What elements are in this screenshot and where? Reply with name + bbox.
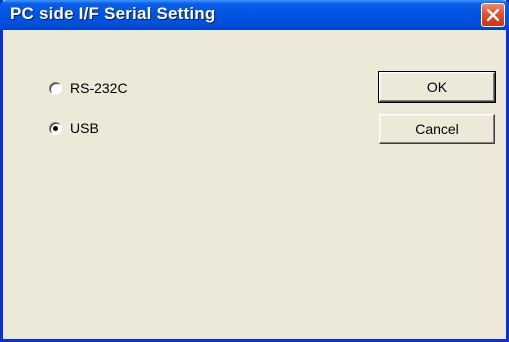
close-icon	[486, 8, 500, 22]
radio-usb-label: USB	[70, 120, 99, 136]
radio-selected-dot	[53, 125, 58, 131]
radio-rs232c-circle[interactable]	[49, 81, 62, 95]
ok-button[interactable]: OK	[378, 71, 496, 103]
close-button[interactable]	[481, 3, 505, 27]
cancel-button[interactable]: Cancel	[379, 114, 495, 144]
radio-usb-circle[interactable]	[49, 121, 62, 135]
title-bar[interactable]: PC side I/F Serial Setting	[0, 0, 509, 30]
radio-rs232c[interactable]: RS-232C	[49, 80, 128, 96]
radio-rs232c-label: RS-232C	[70, 80, 128, 96]
radio-usb[interactable]: USB	[49, 120, 99, 136]
dialog-window: PC side I/F Serial Setting RS-232C USB O…	[0, 0, 509, 342]
window-title: PC side I/F Serial Setting	[10, 4, 216, 23]
dialog-body: RS-232C USB OK Cancel	[3, 30, 506, 339]
